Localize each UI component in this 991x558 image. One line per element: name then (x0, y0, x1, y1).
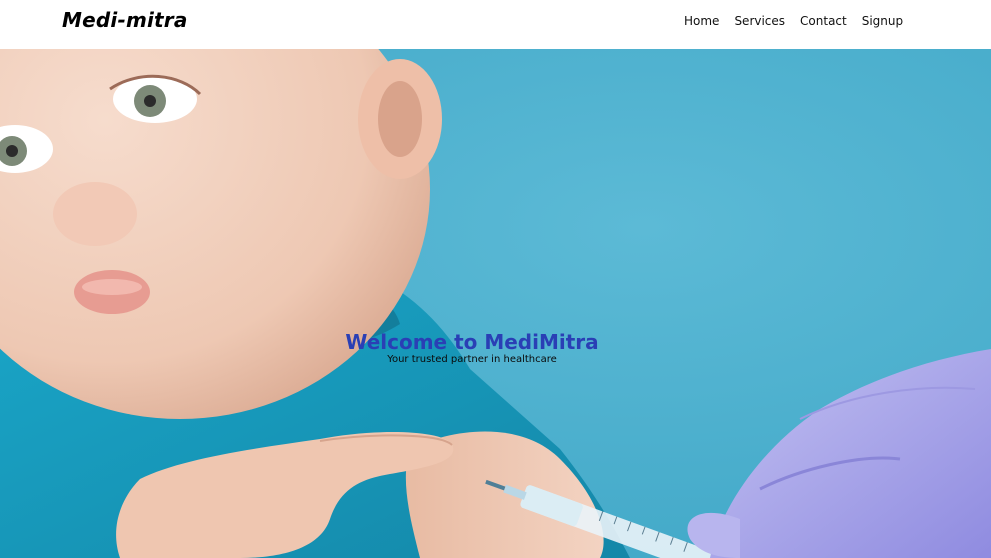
brand-logo[interactable]: Medi-mitra (62, 8, 188, 32)
nav-link-signup[interactable]: Signup (862, 14, 903, 30)
navbar: Medi-mitra Home Services Contact Signup (0, 0, 991, 49)
hero-text: Welcome to MediMitra Your trusted partne… (300, 330, 644, 366)
nav-links: Home Services Contact Signup (684, 14, 918, 30)
nav-link-contact[interactable]: Contact (800, 14, 847, 30)
hero-subtitle: Your trusted partner in healthcare (387, 354, 557, 365)
hero-background-photo (0, 49, 991, 558)
nav-link-home[interactable]: Home (684, 14, 719, 30)
hero-section: Welcome to MediMitra Your trusted partne… (0, 49, 991, 558)
nav-link-services[interactable]: Services (734, 14, 785, 30)
hero-title: Welcome to MediMitra (345, 330, 599, 354)
